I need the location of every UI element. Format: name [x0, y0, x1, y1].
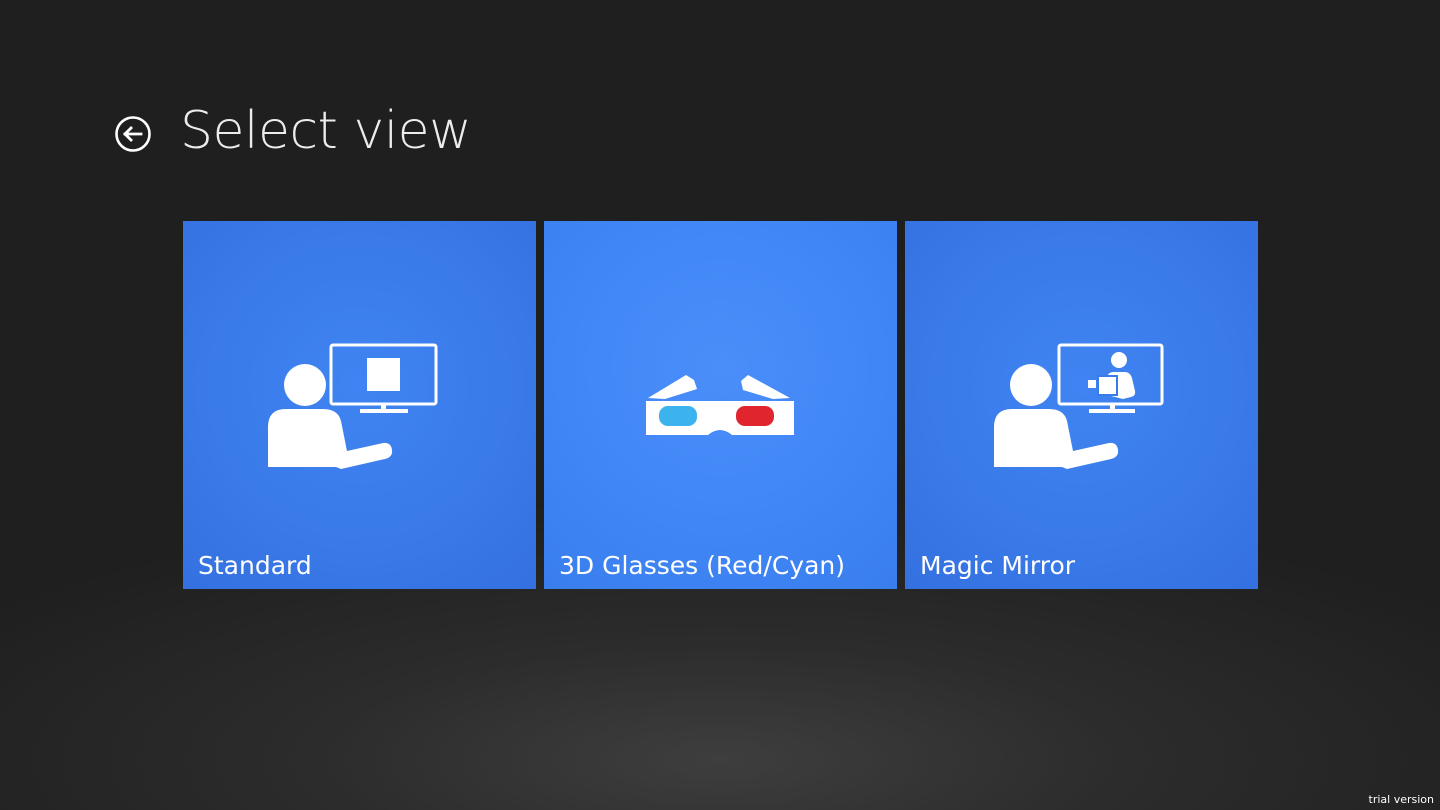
back-button[interactable] [114, 115, 152, 153]
tile-3d-glasses[interactable]: 3D Glasses (Red/Cyan) [544, 221, 897, 589]
3d-glasses-icon [646, 375, 794, 435]
tile-label: Standard [198, 551, 312, 580]
tile-label: 3D Glasses (Red/Cyan) [559, 551, 845, 580]
tile-label: Magic Mirror [920, 551, 1076, 580]
person-monitor-icon [268, 343, 438, 469]
tile-magic-mirror[interactable]: Magic Mirror [905, 221, 1258, 589]
trial-version-label: trial version [1368, 793, 1434, 806]
person-monitor-mirror-icon [994, 343, 1164, 469]
page-title: Select view [180, 101, 472, 161]
back-arrow-icon [115, 116, 151, 152]
tile-standard[interactable]: Standard [183, 221, 536, 589]
